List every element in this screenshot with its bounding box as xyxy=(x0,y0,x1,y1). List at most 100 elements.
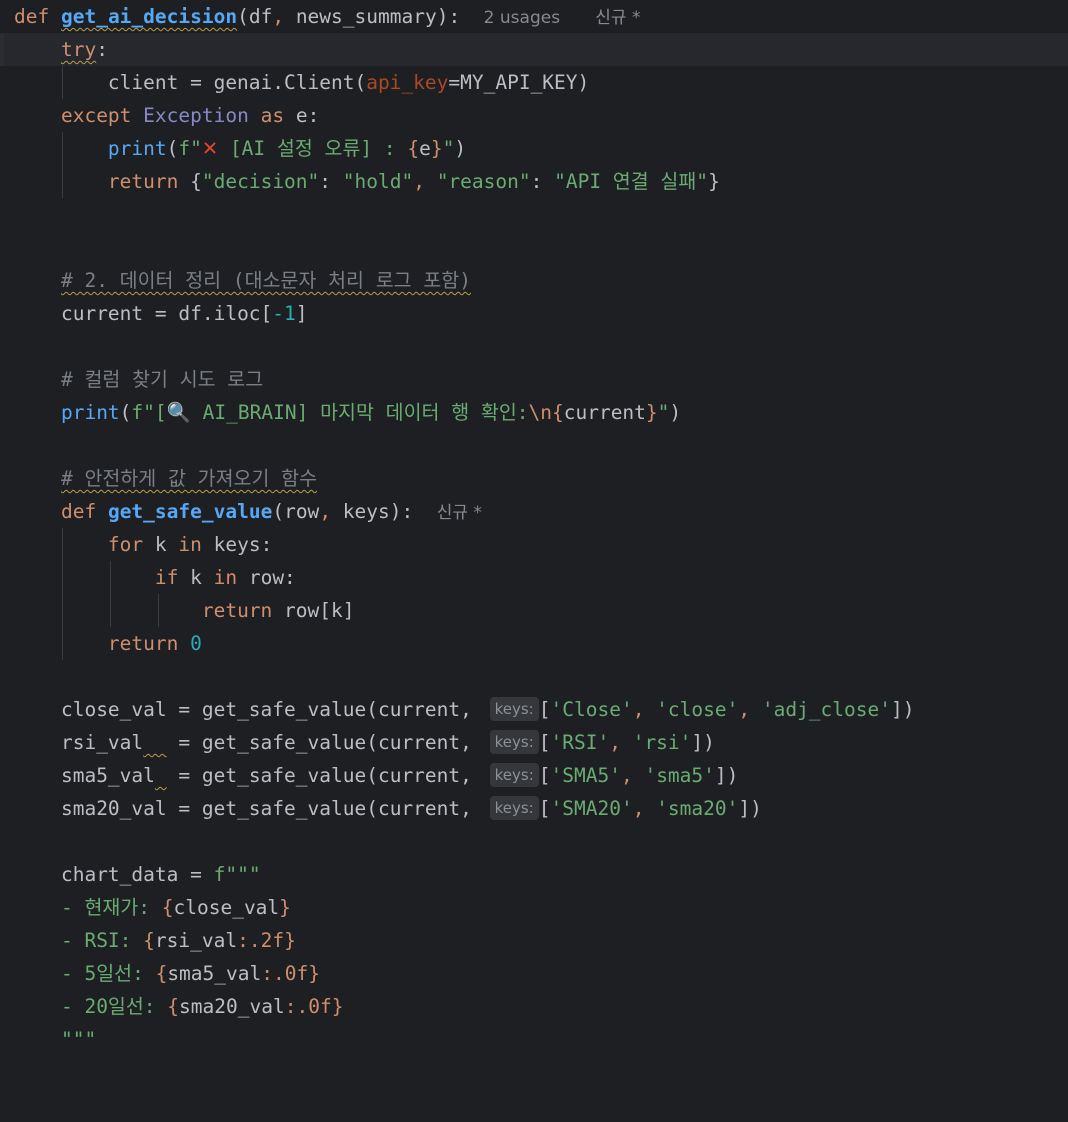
code-line[interactable]: return row[k] xyxy=(0,594,1068,627)
variable: sma5_val xyxy=(167,962,262,985)
brace: } xyxy=(279,896,291,919)
bracket: [ xyxy=(538,797,551,820)
brace: { xyxy=(190,170,202,193)
separator: , xyxy=(738,698,762,721)
code-line[interactable]: - 현재가: {close_val} xyxy=(0,891,1068,924)
code-line[interactable]: - 5일선: {sma5_val:.0f} xyxy=(0,957,1068,990)
brace: { xyxy=(167,995,180,1018)
string: 'SMA20' xyxy=(550,797,633,820)
function-name[interactable]: get_ai_decision xyxy=(61,5,237,28)
string: 'rsi' xyxy=(632,731,692,754)
keyword: if xyxy=(154,566,179,589)
code-line[interactable]: # 안전하게 값 가져오기 함수 xyxy=(0,462,1068,495)
code-text: ] xyxy=(295,302,308,325)
code-text: = get_safe_value(current, xyxy=(166,731,484,754)
paren: ( xyxy=(119,401,132,424)
brace: { xyxy=(551,401,564,424)
string: 'adj_close' xyxy=(761,698,891,721)
builtin-class: Exception xyxy=(143,104,249,127)
paren: ( xyxy=(237,5,249,28)
variable: sma20_val xyxy=(179,995,285,1018)
code-line[interactable]: # 컬럼 찾기 시도 로그 xyxy=(0,363,1068,396)
format-spec: :.2f xyxy=(237,929,285,952)
variable: current xyxy=(563,401,646,424)
code-text: chart_data = xyxy=(60,863,214,886)
separator: , xyxy=(413,170,437,193)
vcs-status-hint: 신규 * xyxy=(595,8,641,28)
code-line[interactable]: return {"decision": "hold", "reason": "A… xyxy=(0,165,1068,198)
code-line[interactable]: - RSI: {rsi_val:.2f} xyxy=(0,924,1068,957)
brace: } xyxy=(645,401,658,424)
code-line[interactable]: if k in row: xyxy=(0,561,1068,594)
code-text: keys: xyxy=(201,533,273,556)
string: "API 연결 실패" xyxy=(554,170,709,193)
code-line[interactable]: sma5_val = get_safe_value(current, keys:… xyxy=(0,759,1068,792)
separator: , xyxy=(632,797,657,820)
builtin-function: print xyxy=(107,137,167,160)
paren: ): xyxy=(389,500,414,523)
separator: , xyxy=(632,698,657,721)
separator: , xyxy=(609,731,633,754)
code-line[interactable]: - 20일선: {sma20_val:.0f} xyxy=(0,990,1068,1023)
code-line[interactable]: client = genai.Client(api_key=MY_API_KEY… xyxy=(0,66,1068,99)
usages-hint[interactable]: 2 usages xyxy=(484,8,560,28)
parameter: news_summary xyxy=(295,5,437,28)
variable: k xyxy=(143,533,179,556)
code-text: current = df.iloc[ xyxy=(60,302,273,325)
string: 'sma20' xyxy=(656,797,739,820)
format-spec: :.0f xyxy=(261,962,309,985)
code-line[interactable]: def get_safe_value(row, keys): 신규 * xyxy=(0,495,1068,528)
whitespace-warning xyxy=(143,731,166,754)
string: " xyxy=(657,401,670,424)
code-line[interactable]: close_val = get_safe_value(current, keys… xyxy=(0,693,1068,726)
string: 'Close' xyxy=(550,698,633,721)
string: - 5일선: xyxy=(60,962,156,985)
brace: } xyxy=(708,170,720,193)
code-text: rsi_val xyxy=(60,731,144,754)
keyword: in xyxy=(213,566,238,589)
code-line[interactable]: sma20_val = get_safe_value(current, keys… xyxy=(0,792,1068,825)
string: "decision" xyxy=(201,170,320,193)
code-line[interactable]: return 0 xyxy=(0,627,1068,660)
code-text: e: xyxy=(295,104,320,127)
code-line[interactable]: # 2. 데이터 정리 (대소문자 처리 로그 포함) xyxy=(0,264,1068,297)
variable: close_val xyxy=(173,896,280,919)
colon: : xyxy=(530,170,555,193)
string: - 현재가: xyxy=(60,896,162,919)
comment: # 컬럼 찾기 시도 로그 xyxy=(60,368,264,391)
code-text: row[k] xyxy=(272,599,355,622)
code-text: sma5_val xyxy=(60,764,155,787)
code-line[interactable]: def get_ai_decision(df, news_summary): 2… xyxy=(0,0,1068,33)
code-line[interactable]: chart_data = f""" xyxy=(0,858,1068,891)
string: f""" xyxy=(213,863,261,886)
code-line[interactable]: except Exception as e: xyxy=(0,99,1068,132)
code-line[interactable]: print(f"✕ [AI 설정 오류] : {e}") xyxy=(0,132,1068,165)
string: "reason" xyxy=(436,170,531,193)
string: 'SMA5' xyxy=(550,764,621,787)
bracket: ]) xyxy=(890,698,915,721)
code-line[interactable]: for k in keys: xyxy=(0,528,1068,561)
string: 'RSI' xyxy=(550,731,610,754)
string: AI_BRAIN] 마지막 데이터 행 확인: xyxy=(190,401,529,424)
function-name[interactable]: get_safe_value xyxy=(108,500,272,523)
code-line[interactable]: rsi_val = get_safe_value(current, keys:[… xyxy=(0,726,1068,759)
keyword: return xyxy=(107,170,179,193)
number: 1 xyxy=(284,302,296,325)
string: - RSI: xyxy=(60,929,144,952)
code-line[interactable]: current = df.iloc[-1] xyxy=(0,297,1068,330)
code-editor[interactable]: def get_ai_decision(df, news_summary): 2… xyxy=(0,0,1068,1051)
keyword: return xyxy=(201,599,273,622)
vcs-status-hint: 신규 * xyxy=(436,503,482,523)
code-text: close_val = get_safe_value(current, xyxy=(60,698,484,721)
magnifier-icon: 🔍 xyxy=(166,401,191,424)
colon: : xyxy=(96,38,108,61)
cross-mark-icon: ✕ xyxy=(201,137,219,160)
brace: { xyxy=(161,896,174,919)
brace: { xyxy=(155,962,168,985)
parameter: row xyxy=(284,500,320,523)
brace: } xyxy=(331,995,344,1018)
keyword: return xyxy=(107,632,179,655)
code-line-current[interactable]: try: xyxy=(0,33,1068,66)
bracket: [ xyxy=(538,731,551,754)
code-line[interactable]: print(f"[🔍 AI_BRAIN] 마지막 데이터 행 확인:\n{cur… xyxy=(0,396,1068,429)
